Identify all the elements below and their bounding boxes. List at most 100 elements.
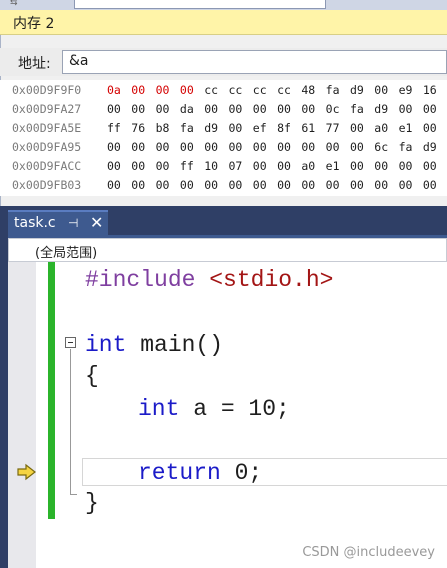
memory-byte[interactable]: 61 bbox=[301, 121, 325, 135]
memory-byte[interactable]: 00 bbox=[350, 140, 374, 154]
memory-byte[interactable]: ef bbox=[253, 121, 277, 135]
memory-byte[interactable]: 00 bbox=[107, 178, 131, 192]
code-editor[interactable]: (全局范围) #include <stdio.h> int main() { i… bbox=[8, 238, 447, 568]
tab-task-c[interactable]: task.c ⊣ ✕ bbox=[8, 210, 108, 236]
glyph-margin[interactable] bbox=[8, 262, 36, 568]
memory-byte[interactable]: 00 bbox=[253, 159, 277, 173]
memory-byte[interactable]: d9 bbox=[204, 121, 228, 135]
memory-byte[interactable]: 00 bbox=[423, 102, 447, 116]
code-line-include[interactable]: #include <stdio.h> bbox=[85, 267, 333, 293]
memory-byte[interactable]: 16 bbox=[423, 83, 447, 97]
memory-byte[interactable]: 00 bbox=[423, 121, 447, 135]
memory-byte[interactable]: 10 bbox=[204, 159, 228, 173]
memory-byte[interactable]: 00 bbox=[253, 178, 277, 192]
memory-byte[interactable]: a0 bbox=[374, 121, 398, 135]
memory-byte[interactable]: 00 bbox=[228, 178, 252, 192]
memory-byte[interactable]: ff bbox=[180, 159, 204, 173]
memory-byte[interactable]: 00 bbox=[180, 140, 204, 154]
memory-byte[interactable]: 07 bbox=[228, 159, 252, 173]
memory-byte[interactable]: fa bbox=[350, 102, 374, 116]
memory-byte[interactable]: e9 bbox=[399, 83, 423, 97]
memory-byte[interactable]: 00 bbox=[131, 178, 155, 192]
memory-byte[interactable]: 00 bbox=[131, 140, 155, 154]
memory-byte[interactable]: 00 bbox=[228, 121, 252, 135]
nav-arrows-icon[interactable]: ⇆ bbox=[10, 0, 18, 8]
collapse-toggle-icon[interactable] bbox=[65, 337, 76, 348]
memory-byte[interactable]: da bbox=[180, 102, 204, 116]
memory-byte[interactable]: 76 bbox=[131, 121, 155, 135]
memory-byte[interactable]: 00 bbox=[374, 178, 398, 192]
scope-navigation-bar[interactable]: (全局范围) bbox=[8, 238, 447, 262]
memory-byte[interactable]: 00 bbox=[301, 178, 325, 192]
memory-byte[interactable]: 8f bbox=[277, 121, 301, 135]
memory-row[interactable]: 0x00D9FA95 00000000000000000000006cfad90 bbox=[0, 139, 447, 157]
memory-byte[interactable]: e1 bbox=[326, 159, 350, 173]
close-icon[interactable]: ✕ bbox=[90, 213, 103, 232]
memory-byte[interactable]: 00 bbox=[204, 102, 228, 116]
toolbar-combo[interactable] bbox=[74, 0, 326, 9]
memory-byte[interactable]: 00 bbox=[131, 83, 155, 97]
memory-byte[interactable]: 00 bbox=[423, 178, 447, 192]
memory-byte[interactable]: 00 bbox=[301, 140, 325, 154]
memory-byte[interactable]: 00 bbox=[374, 159, 398, 173]
memory-byte[interactable]: a0 bbox=[301, 159, 325, 173]
memory-row[interactable]: 0x00D9FA27 000000da00000000000cfad9000000 bbox=[0, 101, 447, 119]
memory-byte[interactable]: 00 bbox=[326, 140, 350, 154]
code-line-declaration[interactable]: int a = 10; bbox=[138, 396, 290, 422]
scope-dropdown[interactable]: (全局范围) bbox=[35, 242, 97, 261]
memory-byte[interactable]: 00 bbox=[180, 83, 204, 97]
memory-byte[interactable]: 77 bbox=[326, 121, 350, 135]
memory-byte[interactable]: 00 bbox=[253, 102, 277, 116]
memory-byte[interactable]: 00 bbox=[399, 159, 423, 173]
memory-byte[interactable]: 00 bbox=[228, 102, 252, 116]
memory-byte[interactable]: 00 bbox=[350, 121, 374, 135]
memory-byte[interactable]: 00 bbox=[131, 102, 155, 116]
memory-byte[interactable]: 00 bbox=[156, 178, 180, 192]
memory-dump[interactable]: 0x00D9F9F00a000000cccccccc48fad900e91600… bbox=[0, 80, 447, 196]
memory-byte[interactable]: 00 bbox=[277, 102, 301, 116]
memory-byte[interactable]: 00 bbox=[277, 140, 301, 154]
memory-byte[interactable]: 00 bbox=[156, 140, 180, 154]
memory-byte[interactable]: 00 bbox=[156, 102, 180, 116]
address-input[interactable]: &a bbox=[62, 50, 447, 74]
code-line-close-brace[interactable]: } bbox=[85, 490, 99, 516]
memory-row[interactable]: 0x00D9F9F00a000000cccccccc48fad900e91600 bbox=[0, 82, 447, 100]
memory-byte[interactable]: 00 bbox=[107, 102, 131, 116]
code-line-return[interactable]: return 0; bbox=[138, 460, 262, 486]
memory-byte[interactable]: 00 bbox=[228, 140, 252, 154]
memory-byte[interactable]: cc bbox=[228, 83, 252, 97]
memory-byte[interactable]: 00 bbox=[131, 159, 155, 173]
memory-byte[interactable]: 00 bbox=[204, 140, 228, 154]
code-line-open-brace[interactable]: { bbox=[85, 363, 99, 389]
memory-byte[interactable]: 00 bbox=[253, 140, 277, 154]
memory-byte[interactable]: 00 bbox=[350, 159, 374, 173]
memory-byte[interactable]: 00 bbox=[277, 159, 301, 173]
memory-byte[interactable]: b8 bbox=[156, 121, 180, 135]
memory-byte[interactable]: 0c bbox=[326, 102, 350, 116]
memory-byte[interactable]: 0a bbox=[107, 83, 131, 97]
memory-byte[interactable]: cc bbox=[253, 83, 277, 97]
memory-byte[interactable]: ff bbox=[107, 121, 131, 135]
memory-byte[interactable]: d9 bbox=[350, 83, 374, 97]
memory-byte[interactable]: cc bbox=[277, 83, 301, 97]
memory-byte[interactable]: 00 bbox=[107, 140, 131, 154]
memory-byte[interactable]: fa bbox=[180, 121, 204, 135]
memory-row[interactable]: 0x00D9FB03 000000000000000000000000000000 bbox=[0, 177, 447, 195]
memory-byte[interactable]: 00 bbox=[277, 178, 301, 192]
memory-byte[interactable]: 00 bbox=[350, 178, 374, 192]
memory-byte[interactable]: 00 bbox=[399, 178, 423, 192]
pin-icon[interactable]: ⊣ bbox=[68, 216, 78, 230]
memory-byte[interactable]: 00 bbox=[326, 178, 350, 192]
memory-row[interactable]: 0x00D9FA5E ff76b8fad900ef8f617700a0e1001 bbox=[0, 120, 447, 138]
memory-byte[interactable]: e1 bbox=[399, 121, 423, 135]
memory-byte[interactable]: 6c bbox=[374, 140, 398, 154]
memory-byte[interactable]: 00 bbox=[399, 102, 423, 116]
memory-row[interactable]: 0x00D9FACC000000ff10070000a0e10000000000 bbox=[0, 158, 447, 176]
memory-byte[interactable]: cc bbox=[204, 83, 228, 97]
memory-byte[interactable]: 00 bbox=[156, 159, 180, 173]
memory-byte[interactable]: 00 bbox=[156, 83, 180, 97]
memory-byte[interactable]: fa bbox=[399, 140, 423, 154]
memory-byte[interactable]: d9 bbox=[423, 140, 447, 154]
memory-byte[interactable]: 00 bbox=[301, 102, 325, 116]
memory-byte[interactable]: 00 bbox=[180, 178, 204, 192]
